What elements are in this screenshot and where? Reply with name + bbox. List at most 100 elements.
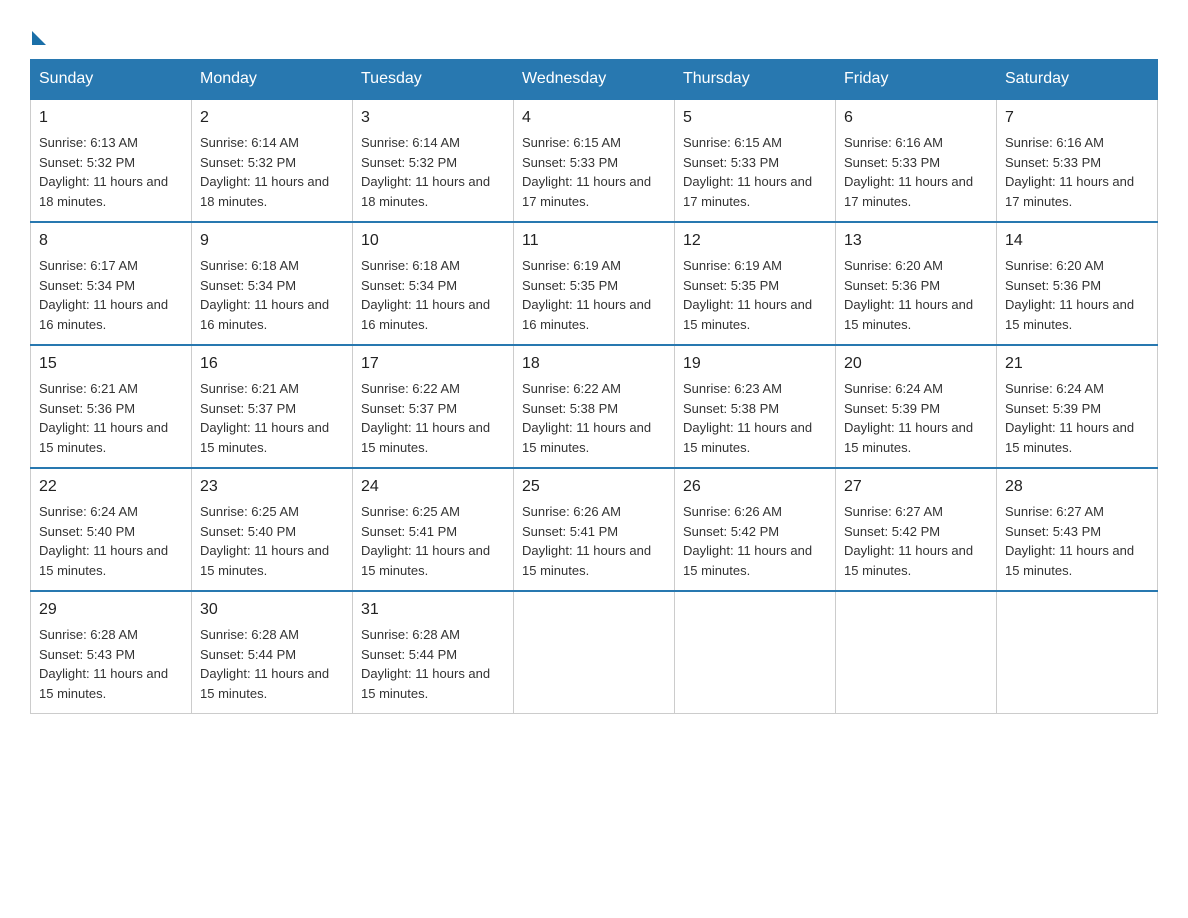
- day-number: 3: [361, 106, 505, 130]
- daylight-text: Daylight: 11 hours and 15 minutes.: [522, 420, 651, 455]
- day-number: 30: [200, 598, 344, 622]
- sunrise-text: Sunrise: 6:23 AM: [683, 381, 782, 396]
- sunrise-text: Sunrise: 6:25 AM: [361, 504, 460, 519]
- day-header-monday: Monday: [192, 60, 353, 100]
- sunset-text: Sunset: 5:43 PM: [39, 647, 135, 662]
- daylight-text: Daylight: 11 hours and 17 minutes.: [522, 174, 651, 209]
- calendar-cell: 14Sunrise: 6:20 AMSunset: 5:36 PMDayligh…: [997, 222, 1158, 345]
- sunrise-text: Sunrise: 6:20 AM: [844, 258, 943, 273]
- day-number: 26: [683, 475, 827, 499]
- day-number: 22: [39, 475, 183, 499]
- sunset-text: Sunset: 5:32 PM: [39, 155, 135, 170]
- sunset-text: Sunset: 5:37 PM: [361, 401, 457, 416]
- day-number: 14: [1005, 229, 1149, 253]
- daylight-text: Daylight: 11 hours and 16 minutes.: [39, 297, 168, 332]
- sunset-text: Sunset: 5:33 PM: [522, 155, 618, 170]
- daylight-text: Daylight: 11 hours and 15 minutes.: [683, 543, 812, 578]
- sunset-text: Sunset: 5:33 PM: [844, 155, 940, 170]
- calendar-cell: 29Sunrise: 6:28 AMSunset: 5:43 PMDayligh…: [31, 591, 192, 714]
- sunrise-text: Sunrise: 6:28 AM: [361, 627, 460, 642]
- sunrise-text: Sunrise: 6:17 AM: [39, 258, 138, 273]
- sunset-text: Sunset: 5:43 PM: [1005, 524, 1101, 539]
- sunset-text: Sunset: 5:36 PM: [1005, 278, 1101, 293]
- sunrise-text: Sunrise: 6:25 AM: [200, 504, 299, 519]
- calendar-cell: 3Sunrise: 6:14 AMSunset: 5:32 PMDaylight…: [353, 99, 514, 222]
- day-number: 15: [39, 352, 183, 376]
- daylight-text: Daylight: 11 hours and 18 minutes.: [200, 174, 329, 209]
- sunrise-text: Sunrise: 6:13 AM: [39, 135, 138, 150]
- day-number: 1: [39, 106, 183, 130]
- calendar-cell: 16Sunrise: 6:21 AMSunset: 5:37 PMDayligh…: [192, 345, 353, 468]
- sunset-text: Sunset: 5:39 PM: [844, 401, 940, 416]
- calendar-cell: 2Sunrise: 6:14 AMSunset: 5:32 PMDaylight…: [192, 99, 353, 222]
- day-number: 16: [200, 352, 344, 376]
- sunset-text: Sunset: 5:42 PM: [844, 524, 940, 539]
- calendar-cell: 19Sunrise: 6:23 AMSunset: 5:38 PMDayligh…: [675, 345, 836, 468]
- day-number: 7: [1005, 106, 1149, 130]
- day-number: 8: [39, 229, 183, 253]
- sunrise-text: Sunrise: 6:21 AM: [39, 381, 138, 396]
- sunrise-text: Sunrise: 6:21 AM: [200, 381, 299, 396]
- daylight-text: Daylight: 11 hours and 15 minutes.: [361, 666, 490, 701]
- calendar-cell: 13Sunrise: 6:20 AMSunset: 5:36 PMDayligh…: [836, 222, 997, 345]
- day-number: 27: [844, 475, 988, 499]
- day-number: 19: [683, 352, 827, 376]
- day-header-sunday: Sunday: [31, 60, 192, 100]
- calendar-cell: 23Sunrise: 6:25 AMSunset: 5:40 PMDayligh…: [192, 468, 353, 591]
- sunrise-text: Sunrise: 6:27 AM: [844, 504, 943, 519]
- calendar-cell: 1Sunrise: 6:13 AMSunset: 5:32 PMDaylight…: [31, 99, 192, 222]
- day-number: 24: [361, 475, 505, 499]
- calendar-cell: 20Sunrise: 6:24 AMSunset: 5:39 PMDayligh…: [836, 345, 997, 468]
- daylight-text: Daylight: 11 hours and 15 minutes.: [361, 543, 490, 578]
- calendar-cell: 15Sunrise: 6:21 AMSunset: 5:36 PMDayligh…: [31, 345, 192, 468]
- calendar-table: SundayMondayTuesdayWednesdayThursdayFrid…: [30, 59, 1158, 714]
- sunrise-text: Sunrise: 6:24 AM: [39, 504, 138, 519]
- daylight-text: Daylight: 11 hours and 15 minutes.: [39, 666, 168, 701]
- daylight-text: Daylight: 11 hours and 15 minutes.: [39, 543, 168, 578]
- sunrise-text: Sunrise: 6:28 AM: [39, 627, 138, 642]
- daylight-text: Daylight: 11 hours and 15 minutes.: [200, 543, 329, 578]
- calendar-cell: 22Sunrise: 6:24 AMSunset: 5:40 PMDayligh…: [31, 468, 192, 591]
- calendar-header-row: SundayMondayTuesdayWednesdayThursdayFrid…: [31, 60, 1158, 100]
- page-header: [30, 20, 1158, 41]
- sunrise-text: Sunrise: 6:18 AM: [200, 258, 299, 273]
- day-header-friday: Friday: [836, 60, 997, 100]
- day-number: 4: [522, 106, 666, 130]
- daylight-text: Daylight: 11 hours and 17 minutes.: [1005, 174, 1134, 209]
- calendar-cell: 26Sunrise: 6:26 AMSunset: 5:42 PMDayligh…: [675, 468, 836, 591]
- daylight-text: Daylight: 11 hours and 16 minutes.: [361, 297, 490, 332]
- daylight-text: Daylight: 11 hours and 16 minutes.: [200, 297, 329, 332]
- sunrise-text: Sunrise: 6:22 AM: [522, 381, 621, 396]
- calendar-cell: 25Sunrise: 6:26 AMSunset: 5:41 PMDayligh…: [514, 468, 675, 591]
- day-number: 17: [361, 352, 505, 376]
- day-number: 23: [200, 475, 344, 499]
- sunrise-text: Sunrise: 6:26 AM: [522, 504, 621, 519]
- sunset-text: Sunset: 5:44 PM: [361, 647, 457, 662]
- daylight-text: Daylight: 11 hours and 15 minutes.: [39, 420, 168, 455]
- day-number: 25: [522, 475, 666, 499]
- day-number: 18: [522, 352, 666, 376]
- sunset-text: Sunset: 5:35 PM: [522, 278, 618, 293]
- calendar-cell: 17Sunrise: 6:22 AMSunset: 5:37 PMDayligh…: [353, 345, 514, 468]
- sunrise-text: Sunrise: 6:26 AM: [683, 504, 782, 519]
- calendar-cell: 30Sunrise: 6:28 AMSunset: 5:44 PMDayligh…: [192, 591, 353, 714]
- daylight-text: Daylight: 11 hours and 15 minutes.: [844, 420, 973, 455]
- calendar-cell: 24Sunrise: 6:25 AMSunset: 5:41 PMDayligh…: [353, 468, 514, 591]
- daylight-text: Daylight: 11 hours and 15 minutes.: [683, 420, 812, 455]
- sunset-text: Sunset: 5:34 PM: [200, 278, 296, 293]
- logo: [30, 25, 46, 41]
- calendar-cell: 4Sunrise: 6:15 AMSunset: 5:33 PMDaylight…: [514, 99, 675, 222]
- calendar-cell: [997, 591, 1158, 714]
- logo-arrow-icon: [32, 31, 46, 45]
- day-number: 10: [361, 229, 505, 253]
- sunrise-text: Sunrise: 6:16 AM: [844, 135, 943, 150]
- daylight-text: Daylight: 11 hours and 15 minutes.: [1005, 297, 1134, 332]
- sunset-text: Sunset: 5:37 PM: [200, 401, 296, 416]
- day-number: 12: [683, 229, 827, 253]
- daylight-text: Daylight: 11 hours and 16 minutes.: [522, 297, 651, 332]
- day-number: 28: [1005, 475, 1149, 499]
- week-row-1: 1 Sunrise: 6:13 AM Sunset: 5:32 PM Daylight…: [31, 99, 1158, 222]
- day-number: 13: [844, 229, 988, 253]
- sunrise-text: Sunrise: 6:28 AM: [200, 627, 299, 642]
- sunset-text: Sunset: 5:44 PM: [200, 647, 296, 662]
